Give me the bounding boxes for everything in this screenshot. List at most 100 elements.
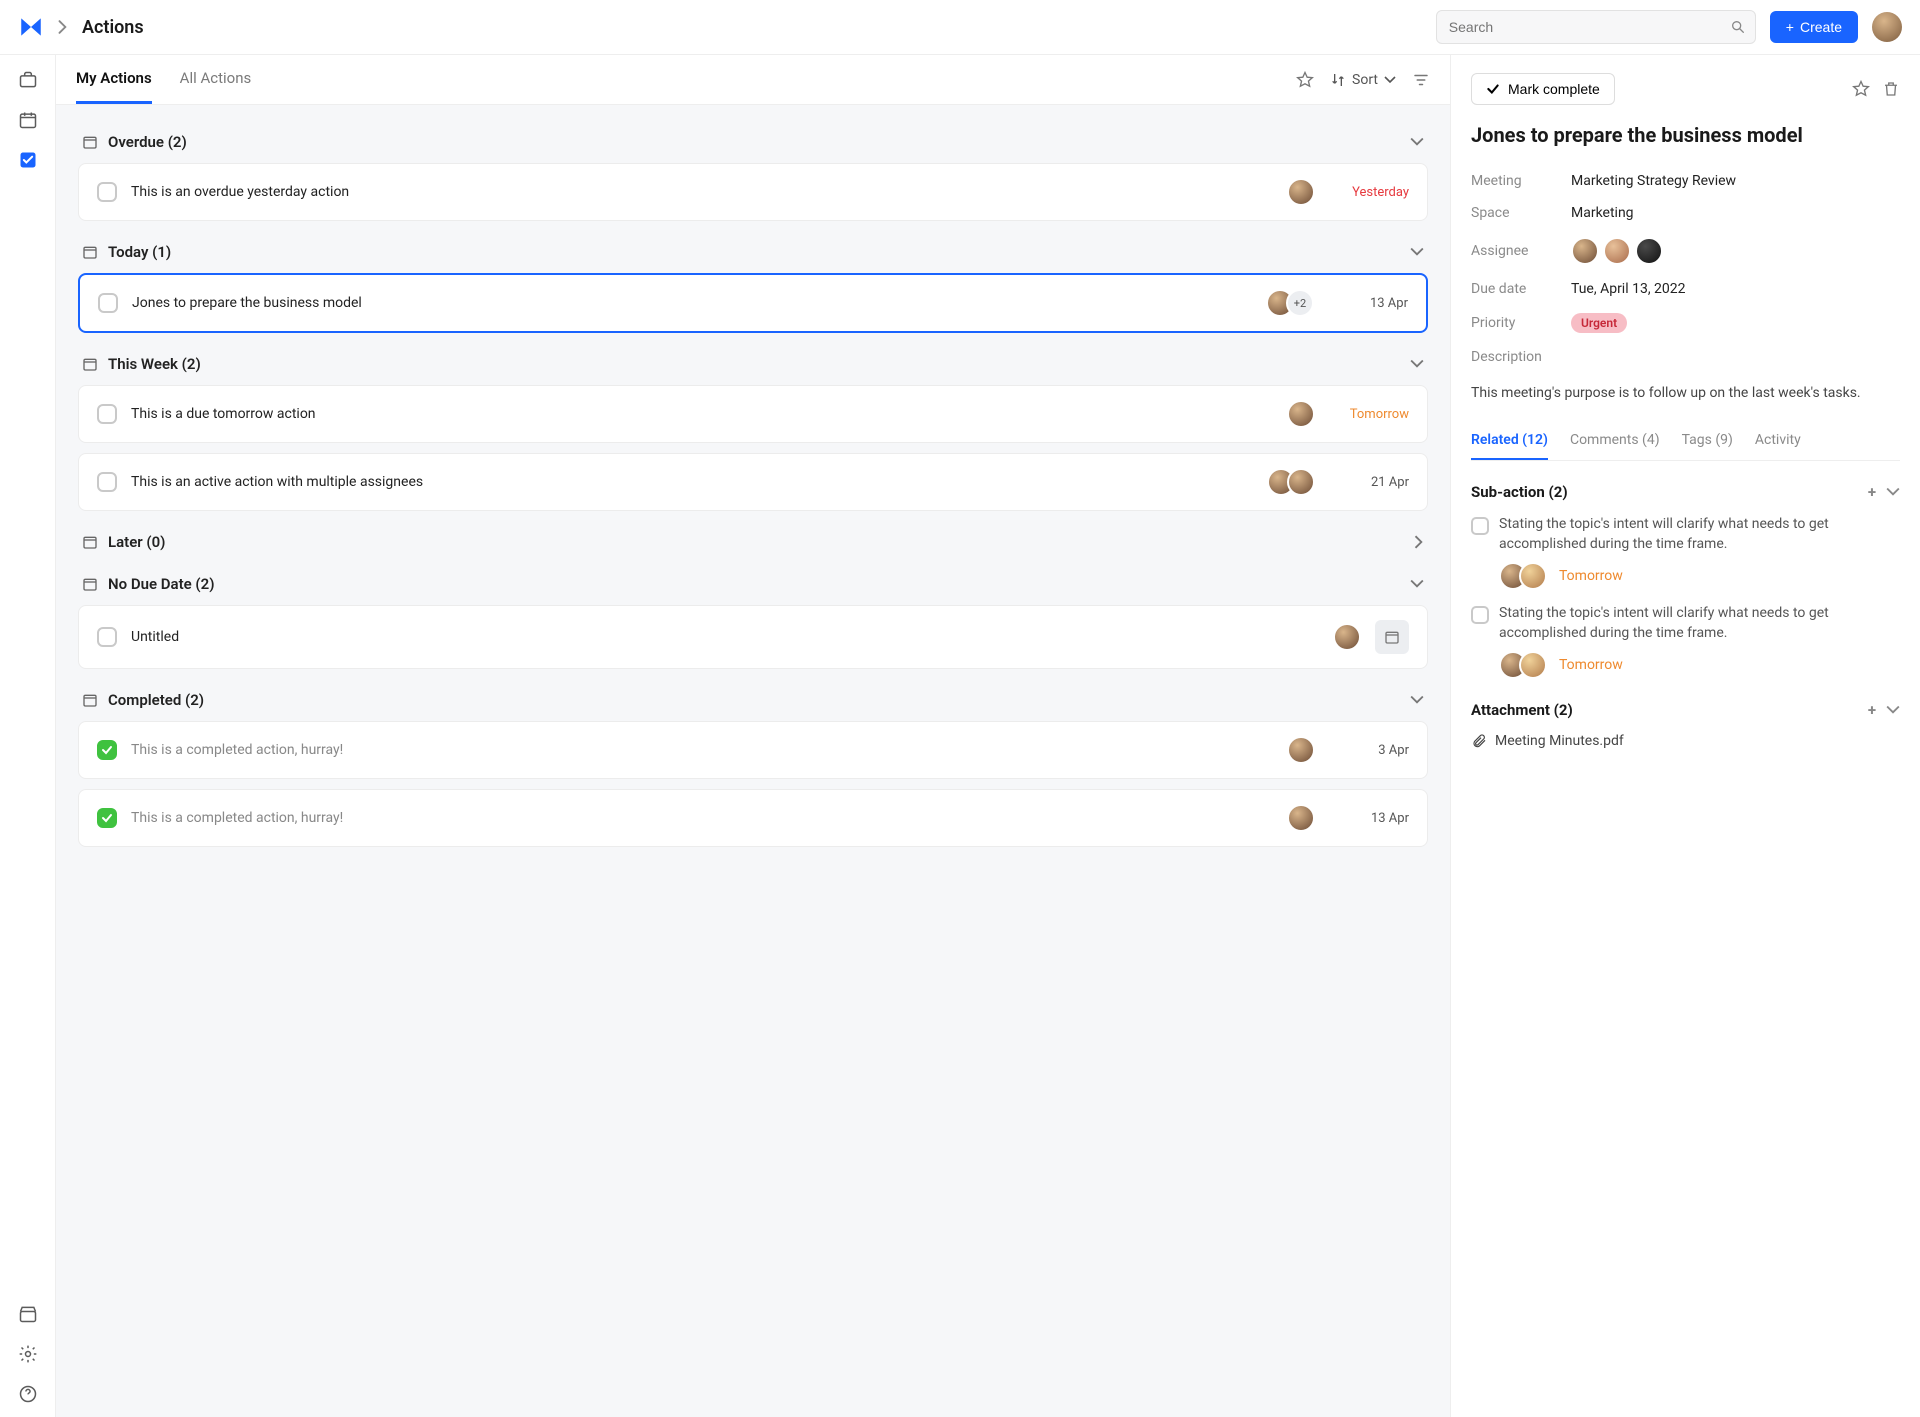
set-due-date-button[interactable] [1375,620,1409,654]
group-label: Overdue (2) [108,133,187,151]
attachment-item[interactable]: Meeting Minutes.pdf [1471,733,1900,749]
action-checkbox[interactable] [97,740,117,760]
meta-value-due[interactable]: Tue, April 13, 2022 [1571,281,1686,297]
group-header-completed[interactable]: Completed (2) [78,679,1428,721]
action-card[interactable]: This is a completed action, hurray! 3 Ap… [78,721,1428,779]
star-icon[interactable] [1852,80,1870,98]
tab-my-actions[interactable]: My Actions [76,55,152,104]
action-card[interactable]: This is a completed action, hurray! 13 A… [78,789,1428,847]
meta-label-due: Due date [1471,281,1571,297]
app-logo[interactable] [18,14,44,40]
mark-complete-button[interactable]: Mark complete [1471,73,1615,105]
action-checkbox[interactable] [97,182,117,202]
assignee-avatar[interactable] [1519,562,1547,590]
assignee-avatar[interactable] [1287,736,1315,764]
tab-related[interactable]: Related (12) [1471,422,1548,460]
tab-activity[interactable]: Activity [1755,422,1801,460]
chevron-right-icon [1414,535,1424,549]
chevron-down-icon [1410,579,1424,589]
action-checkbox[interactable] [97,472,117,492]
add-attachment-button[interactable]: + [1868,701,1876,719]
assignee-avatars[interactable] [1571,237,1663,265]
trash-icon[interactable] [1882,80,1900,98]
action-checkbox[interactable] [97,627,117,647]
group-header-later[interactable]: Later (0) [78,521,1428,563]
plus-icon: + [1786,19,1794,35]
calendar-small-icon [82,356,98,372]
user-avatar[interactable] [1872,12,1902,42]
chevron-down-icon [1410,247,1424,257]
calendar-icon[interactable] [17,109,39,131]
meta-value-space[interactable]: Marketing [1571,205,1634,221]
subaction-checkbox[interactable] [1471,606,1489,624]
assignee-avatar[interactable] [1287,468,1315,496]
tab-comments[interactable]: Comments (4) [1570,422,1660,460]
assignee-avatar[interactable] [1287,178,1315,206]
action-card[interactable]: This is an active action with multiple a… [78,453,1428,511]
subaction-item[interactable]: Stating the topic's intent will clarify … [1471,604,1900,643]
filter-icon[interactable] [1412,71,1430,89]
search-input[interactable] [1436,10,1756,44]
calendar-small-icon [82,534,98,550]
briefcase-icon[interactable] [17,69,39,91]
store-icon[interactable] [17,1303,39,1325]
tab-all-actions[interactable]: All Actions [180,55,252,104]
assignee-avatar[interactable] [1571,237,1599,265]
calendar-small-icon [82,244,98,260]
assignee-avatar[interactable] [1635,237,1663,265]
action-checkbox[interactable] [98,293,118,313]
tab-tags[interactable]: Tags (9) [1682,422,1733,460]
sort-label: Sort [1352,72,1378,88]
assignee-avatar[interactable] [1287,400,1315,428]
sort-button[interactable]: Sort [1330,72,1396,88]
due-date: 3 Apr [1329,743,1409,758]
chevron-down-icon[interactable] [1886,705,1900,715]
action-checkbox[interactable] [97,808,117,828]
action-card[interactable]: Untitled [78,605,1428,669]
group-header-this-week[interactable]: This Week (2) [78,343,1428,385]
group-label: Today (1) [108,243,171,261]
action-card[interactable]: This is a due tomorrow action Tomorrow [78,385,1428,443]
action-checkbox[interactable] [97,404,117,424]
star-icon[interactable] [1296,71,1314,89]
assignee-avatar[interactable] [1603,237,1631,265]
action-card[interactable]: This is an overdue yesterday action Yest… [78,163,1428,221]
attachment-heading: Attachment (2) [1471,701,1573,719]
action-card[interactable]: Jones to prepare the business model +2 1… [78,273,1428,333]
group-label: This Week (2) [108,355,201,373]
add-subaction-button[interactable]: + [1868,483,1876,501]
group-header-today[interactable]: Today (1) [78,231,1428,273]
help-icon[interactable] [17,1383,39,1405]
action-title: Jones to prepare the business model [132,295,1252,311]
subaction-item[interactable]: Stating the topic's intent will clarify … [1471,515,1900,554]
group-header-no-due[interactable]: No Due Date (2) [78,563,1428,605]
more-assignees-badge[interactable]: +2 [1286,289,1314,317]
group-label: Completed (2) [108,691,204,709]
calendar-small-icon [82,134,98,150]
group-label: No Due Date (2) [108,575,214,593]
gear-icon[interactable] [17,1343,39,1365]
checkbox-icon[interactable] [17,149,39,171]
assignee-avatar[interactable] [1333,623,1361,651]
search-box[interactable] [1436,10,1756,44]
group-header-overdue[interactable]: Overdue (2) [78,121,1428,163]
subaction-heading: Sub-action (2) [1471,483,1568,501]
priority-badge[interactable]: Urgent [1571,313,1627,333]
subaction-checkbox[interactable] [1471,517,1489,535]
meta-label-description: Description [1471,349,1571,365]
detail-description: This meeting's purpose is to follow up o… [1471,383,1900,404]
meta-label-assignee: Assignee [1471,243,1571,259]
subaction-due: Tomorrow [1559,568,1623,584]
chevron-down-icon [1410,359,1424,369]
meta-value-meeting[interactable]: Marketing Strategy Review [1571,173,1736,189]
meta-label-space: Space [1471,205,1571,221]
assignee-avatar[interactable] [1287,804,1315,832]
mark-complete-label: Mark complete [1508,81,1600,97]
create-button[interactable]: + Create [1770,11,1858,43]
action-title: This is a completed action, hurray! [131,810,1273,826]
due-date: Yesterday [1329,185,1409,200]
chevron-down-icon[interactable] [1886,487,1900,497]
due-date: 13 Apr [1328,296,1408,311]
due-date: 13 Apr [1329,811,1409,826]
assignee-avatar[interactable] [1519,651,1547,679]
